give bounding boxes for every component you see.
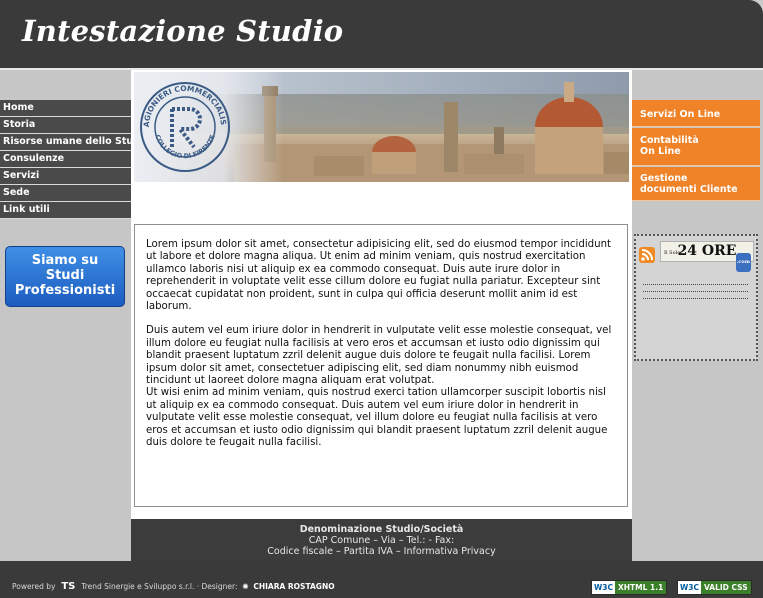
feed-line bbox=[643, 298, 748, 299]
nav-item-consulenze[interactable]: Consulenze bbox=[0, 151, 131, 168]
feed-line bbox=[643, 291, 748, 292]
studio-name: Denominazione Studio/Società bbox=[299, 524, 464, 535]
promo-line-3: Professionisti bbox=[14, 283, 116, 298]
credits-text: Powered by TS Trend Sinergie e Sviluppo … bbox=[12, 581, 335, 592]
site-title: Intestazione Studio bbox=[22, 14, 344, 48]
site-header: Intestazione Studio bbox=[0, 0, 763, 68]
designer-link[interactable]: CHIARA ROSTAGNO bbox=[253, 582, 334, 591]
nav-item-link-utili[interactable]: Link utili bbox=[0, 202, 131, 219]
page-frame: Intestazione Studio Home Storia Risorse … bbox=[0, 0, 763, 598]
servizi-online-label: Servizi On Line bbox=[640, 109, 721, 120]
main-content-area: RAGIONIERI COMMERCIALISTI COLLEGIO DI FI… bbox=[131, 70, 632, 561]
gestione-line-1: Gestione bbox=[640, 173, 688, 184]
nav-item-servizi[interactable]: Servizi bbox=[0, 168, 131, 185]
contabilita-line-1: Contabilità bbox=[640, 135, 699, 146]
collegio-seal-icon: RAGIONIERI COMMERCIALISTI COLLEGIO DI FI… bbox=[139, 81, 230, 172]
main-nav: Home Storia Risorse umane dello Studio C… bbox=[0, 100, 131, 219]
left-sidebar: Home Storia Risorse umane dello Studio C… bbox=[0, 70, 131, 561]
gestione-documenti-link[interactable]: Gestione documenti Cliente bbox=[632, 167, 760, 201]
contabilita-line-2: On Line bbox=[640, 146, 681, 157]
svg-text:COLLEGIO DI FIRENZE: COLLEGIO DI FIRENZE bbox=[153, 134, 217, 161]
studio-legal-links[interactable]: Codice fiscale – Partita IVA – Informati… bbox=[131, 546, 632, 557]
florence-banner: RAGIONIERI COMMERCIALISTI COLLEGIO DI FI… bbox=[134, 72, 629, 182]
gestione-line-2: documenti Cliente bbox=[640, 184, 738, 195]
feed-line bbox=[643, 284, 748, 285]
article-text: Lorem ipsum dolor sit amet, consectetur … bbox=[134, 224, 628, 507]
article-paragraph-2: Duis autem vel eum iriure dolor in hendr… bbox=[146, 325, 612, 387]
studio-footer: Denominazione Studio/Società CAP Comune … bbox=[131, 519, 632, 561]
servizi-online-link[interactable]: Servizi On Line bbox=[632, 100, 760, 127]
css-valid-badge[interactable]: W3C VALID CSS bbox=[677, 580, 752, 595]
nav-item-storia[interactable]: Storia bbox=[0, 117, 131, 134]
company-link[interactable]: Trend Sinergie e Sviluppo s.r.l. bbox=[81, 582, 194, 591]
xhtml-valid-badge[interactable]: W3C XHTML 1.1 bbox=[591, 580, 668, 595]
right-sidebar: Servizi On Line Contabilità On Line Gest… bbox=[632, 70, 763, 561]
article-paragraph-1: Lorem ipsum dolor sit amet, consectetur … bbox=[146, 239, 612, 313]
news-feed-box: Il Sole 24 ORE .com bbox=[634, 234, 758, 361]
sunburst-icon: ✺ bbox=[239, 582, 251, 591]
nav-item-risorse-umane[interactable]: Risorse umane dello Studio bbox=[0, 134, 131, 151]
studio-address: CAP Comune – Via – Tel.: - Fax: bbox=[308, 535, 455, 546]
nav-item-home[interactable]: Home bbox=[0, 100, 131, 117]
ts-logo-icon: TS bbox=[57, 581, 79, 592]
promo-line-2: Studi bbox=[45, 268, 85, 283]
article-paragraph-3: Ut wisi enim ad minim veniam, quis nostr… bbox=[146, 387, 608, 449]
nav-item-sede[interactable]: Sede bbox=[0, 185, 131, 202]
credits-bar: Powered by TS Trend Sinergie e Sviluppo … bbox=[0, 561, 763, 598]
promo-line-1: Siamo su bbox=[31, 253, 99, 268]
studi-professionisti-button[interactable]: Siamo su Studi Professionisti bbox=[5, 246, 125, 307]
contabilita-online-link[interactable]: Contabilità On Line bbox=[632, 128, 760, 166]
sole-24-ore-logo[interactable]: Il Sole 24 ORE .com bbox=[660, 241, 754, 272]
rss-icon[interactable] bbox=[639, 247, 655, 263]
